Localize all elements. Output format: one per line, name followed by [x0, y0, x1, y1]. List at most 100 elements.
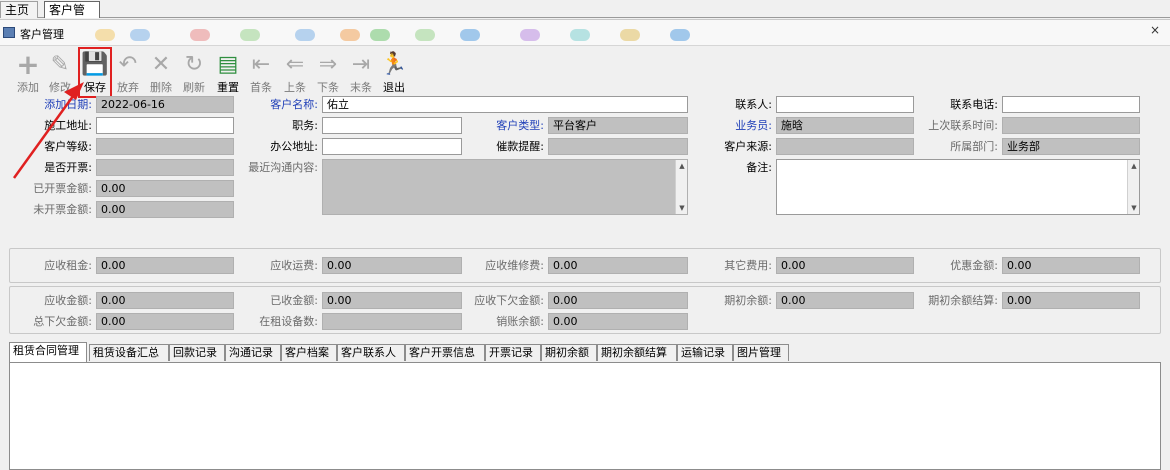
decorative-watermark-icon	[190, 29, 210, 41]
tab-label: 客户开票信息	[409, 346, 475, 359]
last-record-button[interactable]: ⇥ 末条	[345, 49, 377, 97]
contact-phone-field[interactable]	[1002, 96, 1140, 113]
tab-label: 运输记录	[681, 346, 725, 359]
customer-type-field[interactable]: 平台客户	[548, 117, 688, 134]
payment-reminder-label: 催款提醒:	[496, 140, 544, 153]
delete-x-icon: ✕	[151, 52, 171, 77]
salesperson-field[interactable]: 施晗	[776, 117, 914, 134]
uninvoiced-amount-field[interactable]: 0.00	[96, 201, 234, 218]
tab-label: 客户档案	[285, 346, 329, 359]
office-address-field[interactable]	[322, 138, 462, 155]
reset-printer-icon: ▤	[217, 52, 239, 77]
exit-button[interactable]: 🏃 退出	[378, 49, 410, 97]
customer-level-field[interactable]	[96, 138, 234, 155]
previous-record-button[interactable]: ⇐ 上条	[279, 49, 311, 97]
tab-lease-contract[interactable]: 租赁合同管理	[9, 342, 87, 362]
decorative-watermark-icon	[130, 29, 150, 41]
customer-management-window: 客户管理 × + 添加 ✎ 修改 💾 保存 ↶ 放弃 ✕ 删除 ↻ 刷新 ▤ 重…	[0, 19, 1170, 470]
contact-person-field[interactable]	[776, 96, 914, 113]
tab-communication-records[interactable]: 沟通记录	[225, 344, 281, 361]
first-record-button[interactable]: ⇤ 首条	[245, 49, 277, 97]
tab-opening-balance-settlement[interactable]: 期初余额结算	[597, 344, 677, 361]
invoiced-amount-field[interactable]: 0.00	[96, 180, 234, 197]
receivable-amount-field[interactable]: 0.00	[96, 292, 234, 309]
last-record-button-label: 末条	[350, 81, 372, 94]
add-date-field[interactable]: 2022-06-16	[96, 96, 234, 113]
remarks-textarea[interactable]	[776, 159, 1140, 215]
previous-record-button-label: 上条	[284, 81, 306, 94]
opening-settlement-field[interactable]: 0.00	[1002, 292, 1140, 309]
opening-settlement-label: 期初余额结算:	[928, 294, 998, 307]
window-icon	[3, 27, 15, 38]
plus-icon: +	[16, 48, 40, 81]
close-icon[interactable]: ×	[1148, 23, 1162, 37]
decorative-watermark-icon	[295, 29, 315, 41]
tab-customer-invoice-info[interactable]: 客户开票信息	[405, 344, 485, 361]
decorative-watermark-icon	[415, 29, 435, 41]
customer-source-field[interactable]	[776, 138, 914, 155]
scroll-down-icon[interactable]: ▼	[1128, 202, 1140, 214]
tab-equipment-summary[interactable]: 租赁设备汇总	[89, 344, 169, 361]
department-field[interactable]: 业务部	[1002, 138, 1140, 155]
decorative-watermark-icon	[670, 29, 690, 41]
tab-label: 回款记录	[173, 346, 217, 359]
reset-button[interactable]: ▤ 重置	[212, 49, 244, 97]
last-record-icon: ⇥	[351, 52, 371, 77]
last-contact-time-field[interactable]	[1002, 117, 1140, 134]
delete-button[interactable]: ✕ 删除	[145, 49, 177, 97]
tab-invoice-records[interactable]: 开票记录	[485, 344, 541, 361]
tab-customer-contacts[interactable]: 客户联系人	[337, 344, 405, 361]
recent-contact-textarea[interactable]	[322, 159, 688, 215]
writeoff-balance-field[interactable]: 0.00	[548, 313, 688, 330]
next-record-button[interactable]: ⇒ 下条	[312, 49, 344, 97]
outstanding-amount-field[interactable]: 0.00	[548, 292, 688, 309]
invoiced-label: 是否开票:	[44, 161, 92, 174]
renting-equipment-count-field[interactable]	[322, 313, 462, 330]
decorative-watermark-icon	[460, 29, 480, 41]
other-fees-field[interactable]: 0.00	[776, 257, 914, 274]
discount-amount-field[interactable]: 0.00	[1002, 257, 1140, 274]
decorative-watermark-icon	[620, 29, 640, 41]
add-button[interactable]: + 添加	[12, 49, 44, 97]
decorative-watermark-icon	[570, 29, 590, 41]
rent-receivable-field[interactable]: 0.00	[96, 257, 234, 274]
tab-content-panel	[9, 362, 1161, 470]
tab-label: 开票记录	[489, 346, 533, 359]
tab-payment-records[interactable]: 回款记录	[169, 344, 225, 361]
payment-reminder-field[interactable]	[548, 138, 688, 155]
total-outstanding-field[interactable]: 0.00	[96, 313, 234, 330]
window-title: 客户管理	[20, 28, 64, 41]
freight-receivable-field[interactable]: 0.00	[322, 257, 462, 274]
refresh-button[interactable]: ↻ 刷新	[178, 49, 210, 97]
scroll-down-icon[interactable]: ▼	[676, 202, 688, 214]
tab-transport-records[interactable]: 运输记录	[677, 344, 733, 361]
customer-name-field[interactable]: 佑立	[322, 96, 688, 113]
tab-label: 沟通记录	[229, 346, 273, 359]
remarks-scrollbar[interactable]: ▲ ▼	[1127, 160, 1139, 214]
rent-receivable-label: 应收租金:	[44, 259, 92, 272]
recent-contact-scrollbar[interactable]: ▲ ▼	[675, 160, 687, 214]
position-field[interactable]	[322, 117, 462, 134]
opening-balance-field[interactable]: 0.00	[776, 292, 914, 309]
invoiced-field[interactable]	[96, 159, 234, 176]
received-amount-field[interactable]: 0.00	[322, 292, 462, 309]
scroll-up-icon[interactable]: ▲	[1128, 160, 1140, 172]
contact-person-label: 联系人:	[735, 98, 772, 111]
discard-button[interactable]: ↶ 放弃	[112, 49, 144, 97]
scroll-up-icon[interactable]: ▲	[676, 160, 688, 172]
customer-source-label: 客户来源:	[724, 140, 772, 153]
outer-tab-label: 主页	[5, 3, 30, 17]
edit-button-label: 修改	[49, 81, 71, 94]
invoiced-amount-label: 已开票金额:	[33, 182, 92, 195]
position-label: 职务:	[292, 119, 318, 132]
tab-customer-profile[interactable]: 客户档案	[281, 344, 337, 361]
outer-tab-home[interactable]: 主页	[0, 1, 38, 18]
repair-receivable-field[interactable]: 0.00	[548, 257, 688, 274]
construction-address-field[interactable]	[96, 117, 234, 134]
repair-receivable-label: 应收维修费:	[485, 259, 544, 272]
outer-tab-customer-management[interactable]: 客户管理	[44, 1, 100, 32]
edit-button[interactable]: ✎ 修改	[44, 49, 76, 97]
tab-image-management[interactable]: 图片管理	[733, 344, 789, 361]
received-amount-label: 已收金额:	[270, 294, 318, 307]
tab-opening-balance[interactable]: 期初余额	[541, 344, 597, 361]
